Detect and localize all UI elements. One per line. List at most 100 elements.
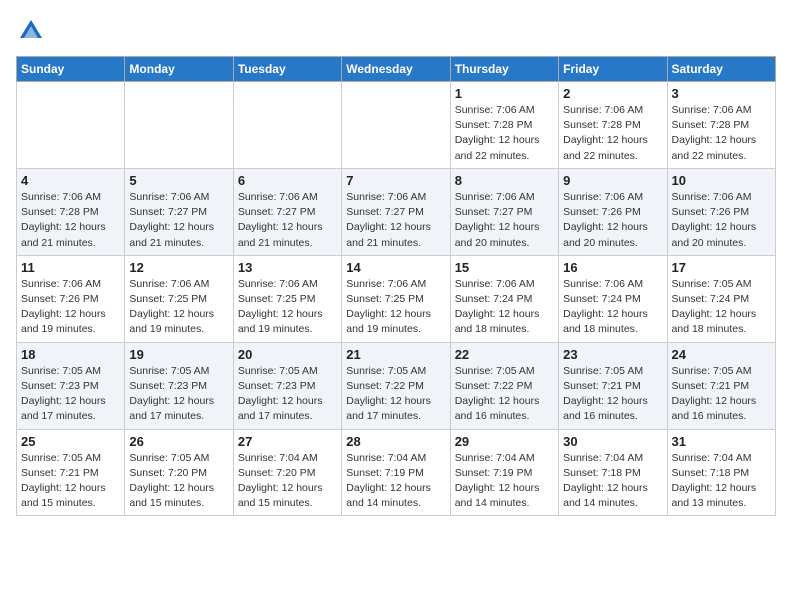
calendar-cell: 18 Sunrise: 7:05 AM Sunset: 7:23 PM Dayl… [17,342,125,429]
calendar-cell: 15 Sunrise: 7:06 AM Sunset: 7:24 PM Dayl… [450,255,558,342]
day-number: 5 [129,173,228,188]
day-info: Sunrise: 7:06 AM Sunset: 7:26 PM Dayligh… [563,190,662,251]
logo-icon [16,16,46,46]
day-number: 8 [455,173,554,188]
day-info: Sunrise: 7:05 AM Sunset: 7:23 PM Dayligh… [129,364,228,425]
calendar-cell: 1 Sunrise: 7:06 AM Sunset: 7:28 PM Dayli… [450,82,558,169]
day-info: Sunrise: 7:06 AM Sunset: 7:27 PM Dayligh… [238,190,337,251]
calendar-cell: 2 Sunrise: 7:06 AM Sunset: 7:28 PM Dayli… [559,82,667,169]
calendar-cell: 24 Sunrise: 7:05 AM Sunset: 7:21 PM Dayl… [667,342,775,429]
calendar-table: SundayMondayTuesdayWednesdayThursdayFrid… [16,56,776,516]
page-header [16,16,776,46]
weekday-header: Thursday [450,57,558,82]
day-number: 16 [563,260,662,275]
day-number: 22 [455,347,554,362]
calendar-cell [125,82,233,169]
day-info: Sunrise: 7:04 AM Sunset: 7:18 PM Dayligh… [672,451,771,512]
day-number: 4 [21,173,120,188]
calendar-cell: 21 Sunrise: 7:05 AM Sunset: 7:22 PM Dayl… [342,342,450,429]
day-number: 12 [129,260,228,275]
day-number: 21 [346,347,445,362]
day-info: Sunrise: 7:05 AM Sunset: 7:22 PM Dayligh… [455,364,554,425]
day-number: 7 [346,173,445,188]
calendar-cell: 22 Sunrise: 7:05 AM Sunset: 7:22 PM Dayl… [450,342,558,429]
day-number: 11 [21,260,120,275]
day-info: Sunrise: 7:06 AM Sunset: 7:28 PM Dayligh… [455,103,554,164]
calendar-cell [17,82,125,169]
calendar-cell: 8 Sunrise: 7:06 AM Sunset: 7:27 PM Dayli… [450,168,558,255]
day-info: Sunrise: 7:05 AM Sunset: 7:21 PM Dayligh… [21,451,120,512]
calendar-cell: 10 Sunrise: 7:06 AM Sunset: 7:26 PM Dayl… [667,168,775,255]
day-number: 2 [563,86,662,101]
day-info: Sunrise: 7:05 AM Sunset: 7:23 PM Dayligh… [21,364,120,425]
day-number: 24 [672,347,771,362]
day-info: Sunrise: 7:06 AM Sunset: 7:27 PM Dayligh… [455,190,554,251]
calendar-week-row: 4 Sunrise: 7:06 AM Sunset: 7:28 PM Dayli… [17,168,776,255]
calendar-cell: 28 Sunrise: 7:04 AM Sunset: 7:19 PM Dayl… [342,429,450,516]
calendar-week-row: 25 Sunrise: 7:05 AM Sunset: 7:21 PM Dayl… [17,429,776,516]
calendar-cell: 6 Sunrise: 7:06 AM Sunset: 7:27 PM Dayli… [233,168,341,255]
weekday-header: Wednesday [342,57,450,82]
day-info: Sunrise: 7:06 AM Sunset: 7:28 PM Dayligh… [672,103,771,164]
calendar-cell: 5 Sunrise: 7:06 AM Sunset: 7:27 PM Dayli… [125,168,233,255]
day-info: Sunrise: 7:06 AM Sunset: 7:28 PM Dayligh… [21,190,120,251]
day-info: Sunrise: 7:06 AM Sunset: 7:24 PM Dayligh… [455,277,554,338]
day-info: Sunrise: 7:06 AM Sunset: 7:27 PM Dayligh… [346,190,445,251]
day-number: 25 [21,434,120,449]
calendar-cell: 31 Sunrise: 7:04 AM Sunset: 7:18 PM Dayl… [667,429,775,516]
day-number: 23 [563,347,662,362]
day-number: 20 [238,347,337,362]
day-number: 18 [21,347,120,362]
calendar-cell [233,82,341,169]
day-number: 27 [238,434,337,449]
day-number: 6 [238,173,337,188]
day-number: 30 [563,434,662,449]
day-info: Sunrise: 7:06 AM Sunset: 7:26 PM Dayligh… [672,190,771,251]
day-number: 19 [129,347,228,362]
calendar-cell: 14 Sunrise: 7:06 AM Sunset: 7:25 PM Dayl… [342,255,450,342]
day-info: Sunrise: 7:05 AM Sunset: 7:21 PM Dayligh… [563,364,662,425]
calendar-week-row: 1 Sunrise: 7:06 AM Sunset: 7:28 PM Dayli… [17,82,776,169]
day-info: Sunrise: 7:04 AM Sunset: 7:19 PM Dayligh… [346,451,445,512]
day-number: 10 [672,173,771,188]
day-info: Sunrise: 7:04 AM Sunset: 7:20 PM Dayligh… [238,451,337,512]
day-info: Sunrise: 7:04 AM Sunset: 7:19 PM Dayligh… [455,451,554,512]
calendar-week-row: 11 Sunrise: 7:06 AM Sunset: 7:26 PM Dayl… [17,255,776,342]
day-info: Sunrise: 7:05 AM Sunset: 7:24 PM Dayligh… [672,277,771,338]
day-info: Sunrise: 7:06 AM Sunset: 7:24 PM Dayligh… [563,277,662,338]
weekday-header: Sunday [17,57,125,82]
day-info: Sunrise: 7:05 AM Sunset: 7:23 PM Dayligh… [238,364,337,425]
day-info: Sunrise: 7:04 AM Sunset: 7:18 PM Dayligh… [563,451,662,512]
day-number: 29 [455,434,554,449]
calendar-cell: 20 Sunrise: 7:05 AM Sunset: 7:23 PM Dayl… [233,342,341,429]
day-info: Sunrise: 7:06 AM Sunset: 7:28 PM Dayligh… [563,103,662,164]
calendar-cell: 25 Sunrise: 7:05 AM Sunset: 7:21 PM Dayl… [17,429,125,516]
calendar-cell: 19 Sunrise: 7:05 AM Sunset: 7:23 PM Dayl… [125,342,233,429]
day-number: 31 [672,434,771,449]
day-number: 1 [455,86,554,101]
day-info: Sunrise: 7:06 AM Sunset: 7:26 PM Dayligh… [21,277,120,338]
calendar-week-row: 18 Sunrise: 7:05 AM Sunset: 7:23 PM Dayl… [17,342,776,429]
day-number: 13 [238,260,337,275]
day-info: Sunrise: 7:05 AM Sunset: 7:21 PM Dayligh… [672,364,771,425]
day-info: Sunrise: 7:05 AM Sunset: 7:22 PM Dayligh… [346,364,445,425]
weekday-header: Friday [559,57,667,82]
calendar-cell: 17 Sunrise: 7:05 AM Sunset: 7:24 PM Dayl… [667,255,775,342]
logo [16,16,50,46]
calendar-cell: 23 Sunrise: 7:05 AM Sunset: 7:21 PM Dayl… [559,342,667,429]
calendar-header-row: SundayMondayTuesdayWednesdayThursdayFrid… [17,57,776,82]
calendar-cell: 9 Sunrise: 7:06 AM Sunset: 7:26 PM Dayli… [559,168,667,255]
calendar-cell: 12 Sunrise: 7:06 AM Sunset: 7:25 PM Dayl… [125,255,233,342]
weekday-header: Tuesday [233,57,341,82]
day-info: Sunrise: 7:06 AM Sunset: 7:25 PM Dayligh… [129,277,228,338]
day-info: Sunrise: 7:05 AM Sunset: 7:20 PM Dayligh… [129,451,228,512]
calendar-cell: 30 Sunrise: 7:04 AM Sunset: 7:18 PM Dayl… [559,429,667,516]
calendar-cell: 26 Sunrise: 7:05 AM Sunset: 7:20 PM Dayl… [125,429,233,516]
calendar-cell: 13 Sunrise: 7:06 AM Sunset: 7:25 PM Dayl… [233,255,341,342]
calendar-cell: 7 Sunrise: 7:06 AM Sunset: 7:27 PM Dayli… [342,168,450,255]
calendar-cell: 11 Sunrise: 7:06 AM Sunset: 7:26 PM Dayl… [17,255,125,342]
calendar-cell: 27 Sunrise: 7:04 AM Sunset: 7:20 PM Dayl… [233,429,341,516]
day-info: Sunrise: 7:06 AM Sunset: 7:25 PM Dayligh… [238,277,337,338]
day-number: 15 [455,260,554,275]
day-number: 14 [346,260,445,275]
